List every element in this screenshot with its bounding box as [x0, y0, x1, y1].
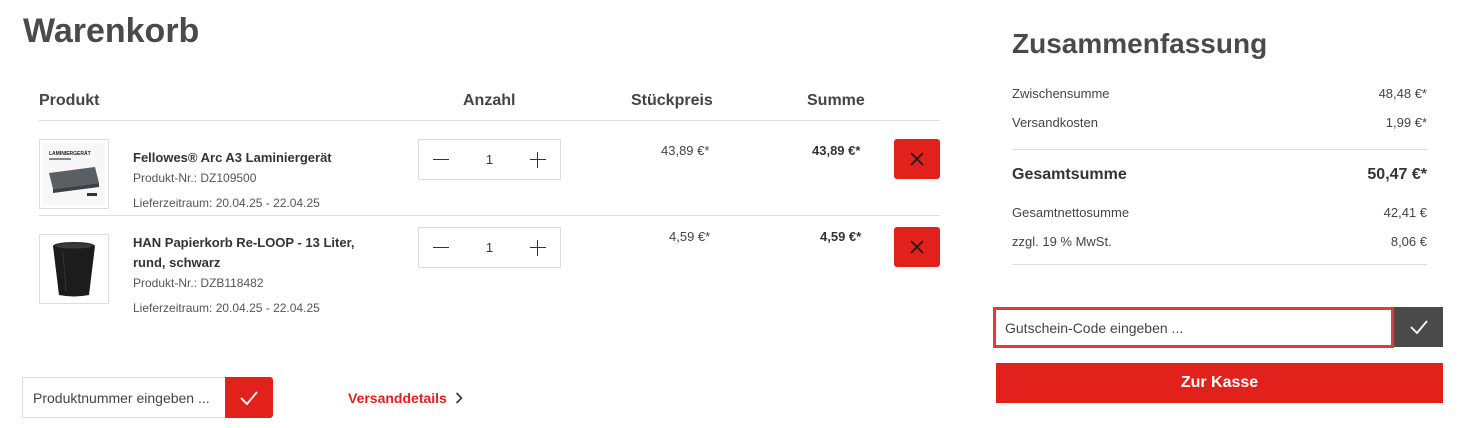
row-sum: 43,89 €* — [812, 143, 861, 158]
summary-row-net: Gesamtnettosumme 42,41 € — [1012, 198, 1427, 227]
waste-bin-image — [53, 242, 95, 297]
plus-icon[interactable] — [529, 151, 546, 168]
cart-row: LAMINIERGERÄT Fellowes® Arc A3 Laminierg… — [39, 121, 940, 216]
shipping-details-link[interactable]: Versanddetails — [348, 390, 463, 406]
cart-table: Produkt Anzahl Stückpreis Summe LAMINIER… — [39, 86, 940, 321]
laminator-image: LAMINIERGERÄT — [43, 143, 105, 205]
column-header-unit-price: Stückpreis — [631, 92, 713, 109]
product-number-form — [22, 377, 273, 418]
shipping-cost-label: Versandkosten — [1012, 115, 1099, 130]
summary-row-subtotal: Zwischensumme 48,48 €* — [1012, 79, 1427, 108]
column-header-product: Produkt — [39, 92, 100, 109]
laminator-label: LAMINIERGERÄT — [49, 150, 91, 157]
quantity-stepper: 1 — [418, 227, 561, 268]
product-name[interactable]: Fellowes® Arc A3 Laminiergerät — [133, 148, 373, 168]
close-icon — [910, 240, 924, 254]
page-title: Warenkorb — [23, 12, 200, 50]
vat-label: zzgl. 19 % MwSt. — [1012, 234, 1112, 249]
product-number-input[interactable] — [22, 377, 226, 418]
product-thumbnail[interactable] — [39, 234, 109, 304]
product-number-submit-button[interactable] — [225, 377, 273, 418]
close-icon — [910, 152, 924, 166]
remove-item-button[interactable] — [894, 227, 940, 267]
summary-row-vat: zzgl. 19 % MwSt. 8,06 € — [1012, 227, 1427, 256]
product-thumbnail[interactable]: LAMINIERGERÄT — [39, 139, 109, 209]
plus-icon[interactable] — [529, 239, 546, 256]
minus-icon[interactable] — [433, 152, 449, 168]
product-info: Fellowes® Arc A3 Laminiergerät Produkt-N… — [133, 148, 373, 211]
unit-price: 4,59 €* — [669, 229, 711, 244]
column-header-quantity: Anzahl — [463, 92, 516, 109]
quantity-value[interactable]: 1 — [486, 240, 493, 255]
minus-icon[interactable] — [433, 240, 449, 256]
checkmark-icon — [1409, 320, 1428, 335]
voucher-form — [993, 307, 1443, 348]
summary-row-shipping: Versandkosten 1,99 €* — [1012, 108, 1427, 137]
product-info: HAN Papierkorb Re-LOOP - 13 Liter, rund,… — [133, 233, 373, 316]
shipping-cost-value: 1,99 €* — [1385, 115, 1427, 130]
product-sku: Produkt-Nr.: DZ109500 — [133, 171, 257, 185]
product-name[interactable]: HAN Papierkorb Re-LOOP - 13 Liter, rund,… — [133, 233, 373, 273]
product-sku: Produkt-Nr.: DZB118482 — [133, 276, 264, 290]
unit-price: 43,89 €* — [661, 143, 710, 158]
chevron-right-icon — [455, 392, 463, 404]
subtotal-label: Zwischensumme — [1012, 86, 1110, 101]
checkmark-icon — [240, 390, 258, 405]
voucher-code-input[interactable] — [993, 307, 1394, 348]
cart-table-header: Produkt Anzahl Stückpreis Summe — [39, 86, 940, 121]
product-delivery: Lieferzeitraum: 20.04.25 - 22.04.25 — [133, 196, 320, 210]
column-header-sum: Summe — [807, 92, 865, 109]
voucher-submit-button[interactable] — [1394, 307, 1443, 347]
summary-title: Zusammenfassung — [1012, 28, 1268, 59]
product-delivery: Lieferzeitraum: 20.04.25 - 22.04.25 — [133, 301, 320, 315]
summary-tax: Gesamtnettosumme 42,41 € zzgl. 19 % MwSt… — [1012, 198, 1427, 265]
checkout-button[interactable]: Zur Kasse — [996, 363, 1443, 403]
total-label: Gesamtsumme — [1012, 166, 1127, 183]
total-value: 50,47 €* — [1367, 166, 1427, 183]
quantity-value[interactable]: 1 — [486, 152, 493, 167]
net-total-label: Gesamtnettosumme — [1012, 205, 1130, 220]
quantity-stepper: 1 — [418, 139, 561, 180]
remove-item-button[interactable] — [894, 139, 940, 179]
order-summary: Zusammenfassung Zwischensumme 48,48 €* V… — [1012, 28, 1427, 265]
summary-row-total: Gesamtsumme 50,47 €* — [1012, 166, 1427, 184]
cart-row: HAN Papierkorb Re-LOOP - 13 Liter, rund,… — [39, 216, 940, 321]
row-sum: 4,59 €* — [820, 229, 862, 244]
summary-subtotals: Zwischensumme 48,48 €* Versandkosten 1,9… — [1012, 79, 1427, 150]
vat-value: 8,06 € — [1390, 234, 1427, 249]
shipping-details-label: Versanddetails — [348, 390, 447, 406]
net-total-value: 42,41 € — [1383, 205, 1427, 220]
subtotal-value: 48,48 €* — [1378, 86, 1427, 101]
